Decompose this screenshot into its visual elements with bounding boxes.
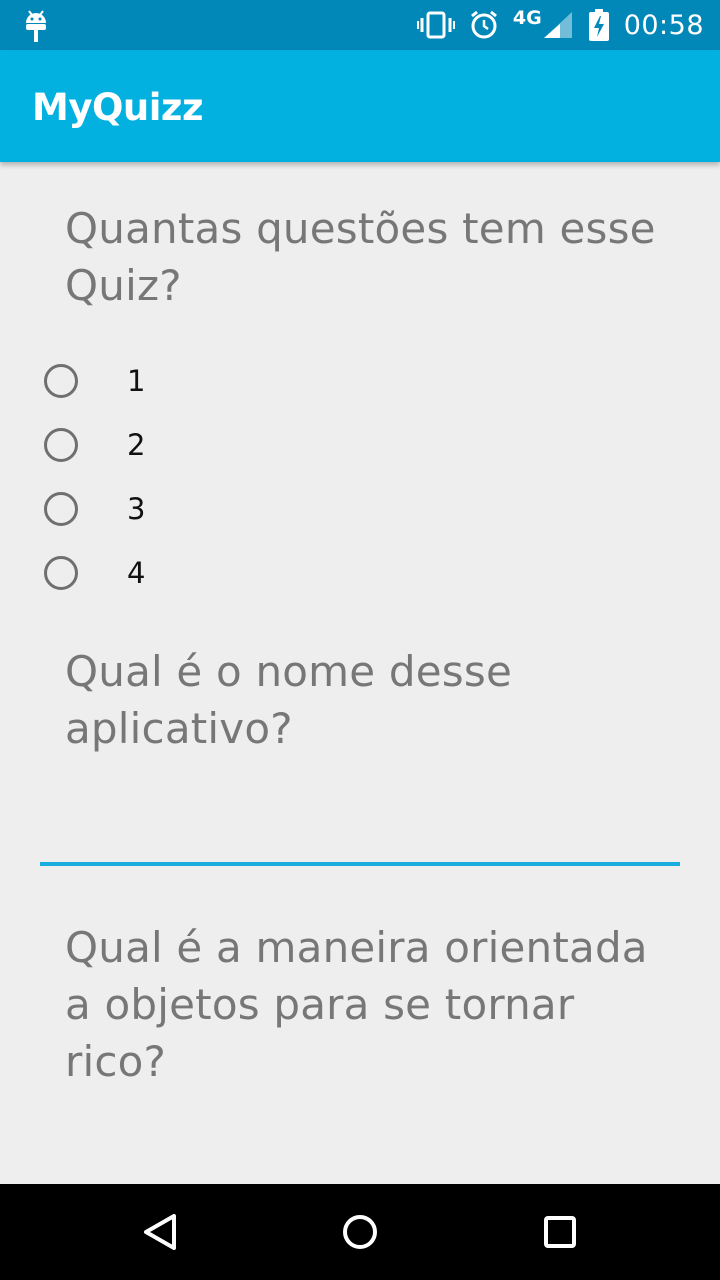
back-icon[interactable] <box>136 1208 184 1256</box>
question-1-text: Quantas questões tem esse Quiz? <box>65 204 656 310</box>
navigation-bar <box>0 1184 720 1280</box>
app-bar: MyQuizz <box>0 50 720 162</box>
network-type-label: 4G <box>512 7 542 29</box>
battery-charging-icon <box>588 9 609 41</box>
question-2-text: Qual é o nome desse aplicativo? <box>65 647 512 753</box>
radio-button[interactable] <box>44 492 78 526</box>
radio-button[interactable] <box>44 428 78 462</box>
home-icon[interactable] <box>336 1208 384 1256</box>
radio-button[interactable] <box>44 556 78 590</box>
radio-option-2[interactable]: 2 <box>44 421 444 469</box>
radio-option-1[interactable]: 1 <box>44 357 444 405</box>
radio-button[interactable] <box>44 364 78 398</box>
question-3-text: Qual é a maneira orientada a objetos par… <box>65 923 648 1086</box>
status-bar: 4G 00:58 <box>0 0 720 50</box>
vibrate-icon <box>416 11 455 39</box>
recents-icon[interactable] <box>536 1208 584 1256</box>
app-name-input[interactable] <box>40 802 680 866</box>
radio-option-label: 3 <box>127 492 146 526</box>
app-title: MyQuizz <box>32 86 204 129</box>
quiz-content[interactable]: Quantas questões tem esse Quiz? 1 2 3 4 … <box>0 162 720 1184</box>
radio-option-3[interactable]: 3 <box>44 485 444 533</box>
signal-icon <box>543 12 572 38</box>
alarm-icon <box>470 10 497 39</box>
clock: 00:58 <box>623 9 704 41</box>
radio-option-4[interactable]: 4 <box>44 549 444 597</box>
radio-option-label: 4 <box>127 556 146 590</box>
radio-option-label: 1 <box>127 364 146 398</box>
status-icons: 4G 00:58 <box>403 0 704 50</box>
radio-option-label: 2 <box>127 428 146 462</box>
android-debug-icon <box>26 10 46 42</box>
